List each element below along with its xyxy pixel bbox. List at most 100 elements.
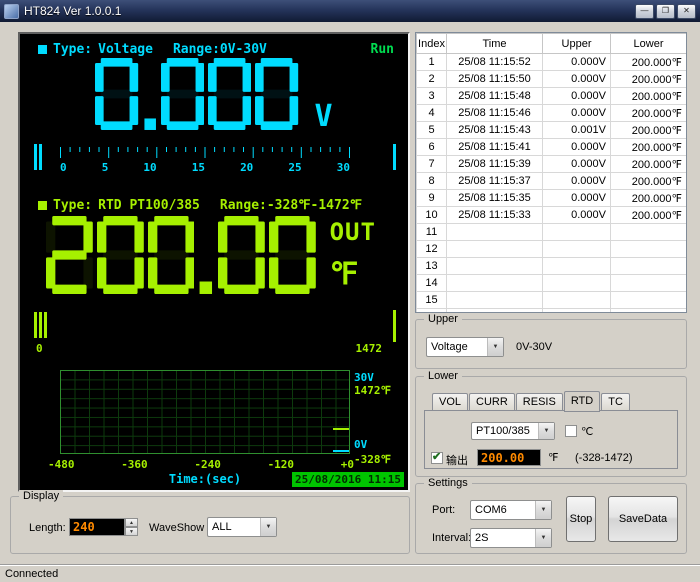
cell-upper: 0.000V [543, 71, 611, 88]
graph-ymin-ch2: -328℉ [354, 453, 391, 466]
output-value-input[interactable]: 200.00 [477, 449, 541, 466]
spinner-down-button[interactable]: ▼ [125, 527, 138, 536]
table-row[interactable]: 525/08 11:15:430.001V200.000℉ [417, 122, 687, 139]
upper-type-select[interactable]: Voltage ▼ [426, 337, 504, 357]
savedata-button[interactable]: SaveData [608, 496, 678, 542]
cell-lower [611, 241, 687, 258]
chevron-down-icon: ▼ [260, 518, 276, 536]
ch2-range-end-marker [393, 310, 396, 342]
waveshow-select[interactable]: ALL ▼ [207, 517, 277, 537]
cell-lower: 200.000℉ [611, 105, 687, 122]
interval-value: 2S [471, 532, 535, 544]
cell-lower: 200.000℉ [611, 156, 687, 173]
cell-time: 25/08 11:15:52 [447, 54, 543, 71]
cell-upper: 0.000V [543, 88, 611, 105]
length-input[interactable]: 240 [69, 518, 125, 536]
log-table: IndexTimeUpperLower 125/08 11:15:520.000… [416, 33, 687, 313]
cell-index: 11 [417, 224, 447, 241]
cell-index: 1 [417, 54, 447, 71]
table-row[interactable]: 15 [417, 292, 687, 309]
table-row[interactable]: 925/08 11:15:350.000V200.000℉ [417, 190, 687, 207]
close-button[interactable]: ✕ [677, 4, 696, 19]
table-row[interactable]: 13 [417, 258, 687, 275]
cell-upper [543, 292, 611, 309]
bar-segment [393, 144, 396, 170]
tick-marks [60, 146, 350, 159]
cell-index: 7 [417, 156, 447, 173]
cell-upper: 0.000V [543, 173, 611, 190]
cell-index: 14 [417, 275, 447, 292]
stop-button[interactable]: Stop [566, 496, 596, 542]
waveshow-label: WaveShow [149, 522, 204, 534]
output-unit-label: ℉ [548, 451, 558, 464]
titlebar[interactable]: HT824 Ver 1.0.0.1 — ❐ ✕ [0, 0, 700, 22]
data-table[interactable]: IndexTimeUpperLower 125/08 11:15:520.000… [415, 32, 687, 313]
chevron-down-icon: ▼ [535, 501, 551, 519]
cell-upper: 0.001V [543, 122, 611, 139]
cell-lower: 200.000℉ [611, 88, 687, 105]
sensor-type-select[interactable]: PT100/385 ▼ [471, 422, 555, 440]
cell-index: 15 [417, 292, 447, 309]
cell-upper [543, 258, 611, 275]
table-row[interactable]: 325/08 11:15:480.000V200.000℉ [417, 88, 687, 105]
cell-index: 3 [417, 88, 447, 105]
table-row[interactable]: 11 [417, 224, 687, 241]
interval-select[interactable]: 2S ▼ [470, 528, 552, 548]
tab-tc[interactable]: TC [601, 393, 630, 411]
table-row[interactable]: 14 [417, 275, 687, 292]
ch2-unit-label: ℉ [330, 257, 376, 292]
cell-index: 10 [417, 207, 447, 224]
output-checkbox[interactable]: ✔ [431, 452, 443, 464]
ch2-bar-indicator [34, 312, 47, 338]
ch1-scale-numbers: 051015202530 [60, 161, 350, 174]
bar-segment [39, 312, 42, 338]
minimize-button[interactable]: — [635, 4, 654, 19]
cell-upper: 0.000V [543, 207, 611, 224]
cell-lower: 200.000℉ [611, 139, 687, 156]
table-row[interactable]: 625/08 11:15:410.000V200.000℉ [417, 139, 687, 156]
close-icon: ✕ [683, 7, 690, 15]
column-header: Index [417, 34, 447, 54]
table-row[interactable]: 125/08 11:15:520.000V200.000℉ [417, 54, 687, 71]
waveshow-value: ALL [208, 521, 260, 533]
table-row[interactable]: 425/08 11:15:460.000V200.000℉ [417, 105, 687, 122]
maximize-icon: ❐ [662, 7, 669, 15]
spinner-up-button[interactable]: ▲ [125, 518, 138, 527]
cell-time: 25/08 11:15:35 [447, 190, 543, 207]
cell-lower [611, 292, 687, 309]
table-row[interactable]: 12 [417, 241, 687, 258]
upper-type-value: Voltage [427, 341, 487, 353]
table-row[interactable]: 825/08 11:15:370.000V200.000℉ [417, 173, 687, 190]
port-select[interactable]: COM6 ▼ [470, 500, 552, 520]
graph-ymin-ch1: 0V [354, 438, 367, 451]
display-group: Display Length: 240 ▲ ▼ WaveShow ALL ▼ [10, 496, 410, 554]
table-row[interactable]: 225/08 11:15:500.000V200.000℉ [417, 71, 687, 88]
tab-resis[interactable]: RESIS [516, 393, 563, 411]
tab-curr[interactable]: CURR [469, 393, 515, 411]
run-status: Run [371, 42, 394, 57]
bar-segment [39, 144, 42, 170]
cell-time: 25/08 11:15:37 [447, 173, 543, 190]
maximize-button[interactable]: ❐ [656, 4, 675, 19]
check-icon: ✔ [432, 450, 441, 463]
ch1-ticks [60, 146, 350, 159]
ch1-bargraph-scale: 051015202530 [20, 144, 408, 188]
celsius-checkbox[interactable]: ✔ [565, 425, 577, 437]
table-row[interactable]: 725/08 11:15:390.000V200.000℉ [417, 156, 687, 173]
ch2-scale-max: 1472 [356, 342, 383, 355]
cell-upper: 0.000V [543, 156, 611, 173]
ch1-type-label: Type: [53, 42, 92, 57]
tab-rtd[interactable]: RTD [564, 391, 600, 412]
table-row[interactable]: 1025/08 11:15:330.000V200.000℉ [417, 207, 687, 224]
lower-group: Lower VOLCURRRESISRTDTC PT100/385 ▼ ✔ ℃ … [415, 376, 687, 477]
ch1-unit-label: V [315, 103, 333, 130]
chevron-down-icon: ▼ [487, 338, 503, 356]
length-spinner: ▲ ▼ [125, 518, 138, 536]
tab-vol[interactable]: VOL [432, 393, 468, 411]
window-title: HT824 Ver 1.0.0.1 [24, 4, 121, 18]
cell-time: 25/08 11:15:33 [447, 207, 543, 224]
graph-ymax-ch1: 30V [354, 371, 374, 384]
cell-upper [543, 309, 611, 314]
cell-time: 25/08 11:15:41 [447, 139, 543, 156]
table-body: 125/08 11:15:520.000V200.000℉225/08 11:1… [417, 54, 687, 314]
